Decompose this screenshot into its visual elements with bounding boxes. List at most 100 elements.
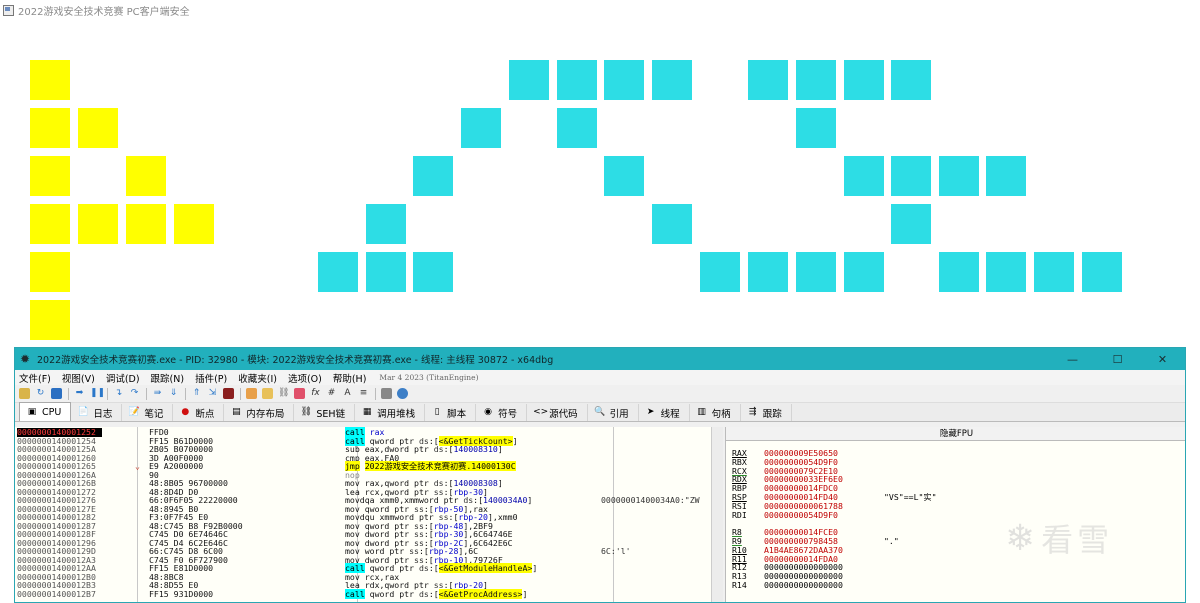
breakpoint-icon: ● (181, 407, 190, 417)
cyan-block (891, 156, 931, 196)
maximize-button[interactable]: ☐ (1095, 348, 1140, 370)
step-over-icon[interactable]: ↷ (129, 388, 140, 399)
instruction-token: qword ptr (364, 588, 419, 599)
menu-item-7[interactable]: 帮助(H) (333, 371, 367, 385)
help-icon[interactable] (397, 388, 408, 399)
yellow-block (30, 300, 70, 340)
tab-memory-map[interactable]: ▤ 内存布局 (224, 404, 295, 421)
menu-item-0[interactable]: 文件(F) (19, 371, 51, 385)
list-icon[interactable]: ≡ (358, 388, 369, 399)
disasm-row[interactable]: 00000001400012B7 FF15 931D0000 call qword … (15, 588, 723, 599)
x64dbg-window: ✹ 2022游戏安全技术竞赛初赛.exe - PID: 32980 - 模块: … (14, 347, 1186, 603)
tab-log[interactable]: 📄 日志 (71, 404, 123, 421)
tab-cpu[interactable]: ▣ CPU (19, 402, 72, 421)
comment-icon[interactable] (262, 388, 273, 399)
cyan-block (1082, 252, 1122, 292)
stop-icon[interactable] (51, 388, 62, 399)
tab-label: 句柄 (711, 408, 731, 420)
register-value[interactable]: 00000000054D9F0 (764, 510, 838, 520)
yellow-block (126, 204, 166, 244)
cyan-block (652, 204, 692, 244)
instruction-token: 140008310 (453, 444, 498, 454)
execute-till-return-icon[interactable]: ⇑ (191, 388, 202, 399)
instruction-token: ] (522, 588, 528, 599)
yellow-block (30, 60, 70, 100)
instruction-comment: 6C:'l' (601, 546, 631, 556)
toolbar: ↻ ➡ ❚❚ ↴ ↷ ⇛ ⇓ ⇑ ⇲ ⛓ fx # A ≡ (15, 385, 1185, 403)
tab-label: 符号 (498, 408, 518, 420)
label-icon[interactable] (294, 388, 305, 399)
run-icon[interactable]: ➡ (74, 388, 85, 399)
link-icon[interactable]: ⛓ (278, 388, 289, 399)
game-canvas[interactable] (0, 20, 1200, 350)
register-row[interactable]: R14 0000000000000000 (732, 581, 1172, 590)
tab-symbols[interactable]: ◉ 符号 (476, 404, 528, 421)
game-window-title: 2022游戏安全技术竞赛 PC客户端安全 (18, 6, 190, 18)
yellow-block (30, 204, 70, 244)
app-window-icon (3, 4, 14, 16)
instruction-token: call (345, 588, 365, 599)
tab-label: 调用堆栈 (377, 408, 416, 420)
references-icon: 🔍 (594, 407, 606, 417)
memory-map-icon: ▤ (232, 407, 241, 417)
tab-label: 引用 (609, 408, 629, 420)
tab-call-stack[interactable]: ▦ 调用堆栈 (355, 404, 426, 421)
menu-bar: 文件(F) 视图(V) 调试(D) 跟踪(N) 插件(P) 收藏夹(I) 选项(O) 帮助(H… (15, 370, 1185, 385)
call-stack-icon: ▦ (362, 407, 372, 417)
step-into-icon[interactable]: ↴ (113, 388, 124, 399)
menu-item-6[interactable]: 选项(O) (288, 371, 322, 385)
instruction-token: ] (497, 444, 503, 454)
instruction-token: 1400034A0 (483, 495, 528, 505)
function-icon[interactable]: fx (310, 388, 321, 399)
minimize-button[interactable]: — (1050, 348, 1095, 370)
register-value[interactable]: 0000000000000000 (764, 581, 843, 590)
pause-icon[interactable]: ❚❚ (90, 388, 105, 399)
x64dbg-logo-icon: ✹ (20, 352, 31, 366)
instruction-token: ] (532, 563, 538, 573)
menu-item-3[interactable]: 跟踪(N) (151, 371, 185, 385)
cyan-block (557, 108, 597, 148)
tab-references[interactable]: 🔍 引用 (588, 404, 639, 421)
watermark-text: 看雪 (1041, 521, 1114, 559)
instruction-comment: 00000001400034A0:"ZW (601, 495, 700, 505)
menu-item-4[interactable]: 插件(P) (195, 371, 227, 385)
registers-view[interactable]: 隐藏FPU RAX 000000009E50650 RBX 00000000054D9… (725, 427, 1185, 602)
menu-item-2[interactable]: 调试(D) (106, 371, 140, 385)
source-icon: <> (533, 407, 549, 417)
calculator-icon[interactable] (381, 388, 392, 399)
menu-item-1[interactable]: 视图(V) (62, 371, 95, 385)
tab-label: 断点 (195, 408, 215, 420)
instruction-token: :[ (443, 444, 454, 454)
restart-icon[interactable]: ↻ (35, 388, 46, 399)
hash-icon[interactable]: # (326, 388, 337, 399)
open-file-icon[interactable] (19, 388, 30, 399)
run-to-user-code-icon[interactable]: ⇲ (207, 388, 218, 399)
jump-arrow-icon: ⌄ (135, 461, 140, 471)
disassembly-scrollbar[interactable] (711, 427, 723, 602)
tab-notes[interactable]: 📝 笔记 (122, 404, 174, 421)
tab-script[interactable]: ▯ 脚本 (425, 404, 477, 421)
trace-over-icon[interactable]: ⇓ (168, 388, 179, 399)
toolbar-separator (107, 387, 108, 400)
patch-icon[interactable] (246, 388, 257, 399)
menu-item-5[interactable]: 收藏夹(I) (238, 371, 277, 385)
trace-into-icon[interactable]: ⇛ (152, 388, 163, 399)
cyan-block (939, 252, 979, 292)
instruction-token: ] (497, 478, 503, 488)
cyan-block (461, 108, 501, 148)
tab-trace[interactable]: ⇶ 跟踪 (741, 404, 792, 421)
tab-source[interactable]: <> 源代码 (527, 404, 588, 421)
tab-label: 笔记 (144, 408, 164, 420)
tab-handles[interactable]: ▥ 句柄 (690, 404, 741, 421)
cyan-block (366, 252, 406, 292)
font-icon[interactable]: A (342, 388, 353, 399)
scylla-icon[interactable] (223, 388, 234, 399)
close-button[interactable]: ✕ (1140, 348, 1185, 370)
disassembly-view[interactable]: 0000000140001252 FFD0 call rax 000000014000… (15, 427, 723, 602)
tab-threads[interactable]: ➤ 线程 (639, 404, 690, 421)
hide-fpu-button[interactable]: 隐藏FPU (726, 427, 1185, 441)
disasm-row[interactable]: 0000000140001265 ⌄ E9 A2000000 jmp 2022游戏安全… (15, 461, 723, 471)
tab-breakpoint[interactable]: ● 断点 (173, 404, 225, 421)
tab-seh[interactable]: ⛓ SEH链 (294, 404, 356, 421)
cyan-block (557, 60, 597, 100)
